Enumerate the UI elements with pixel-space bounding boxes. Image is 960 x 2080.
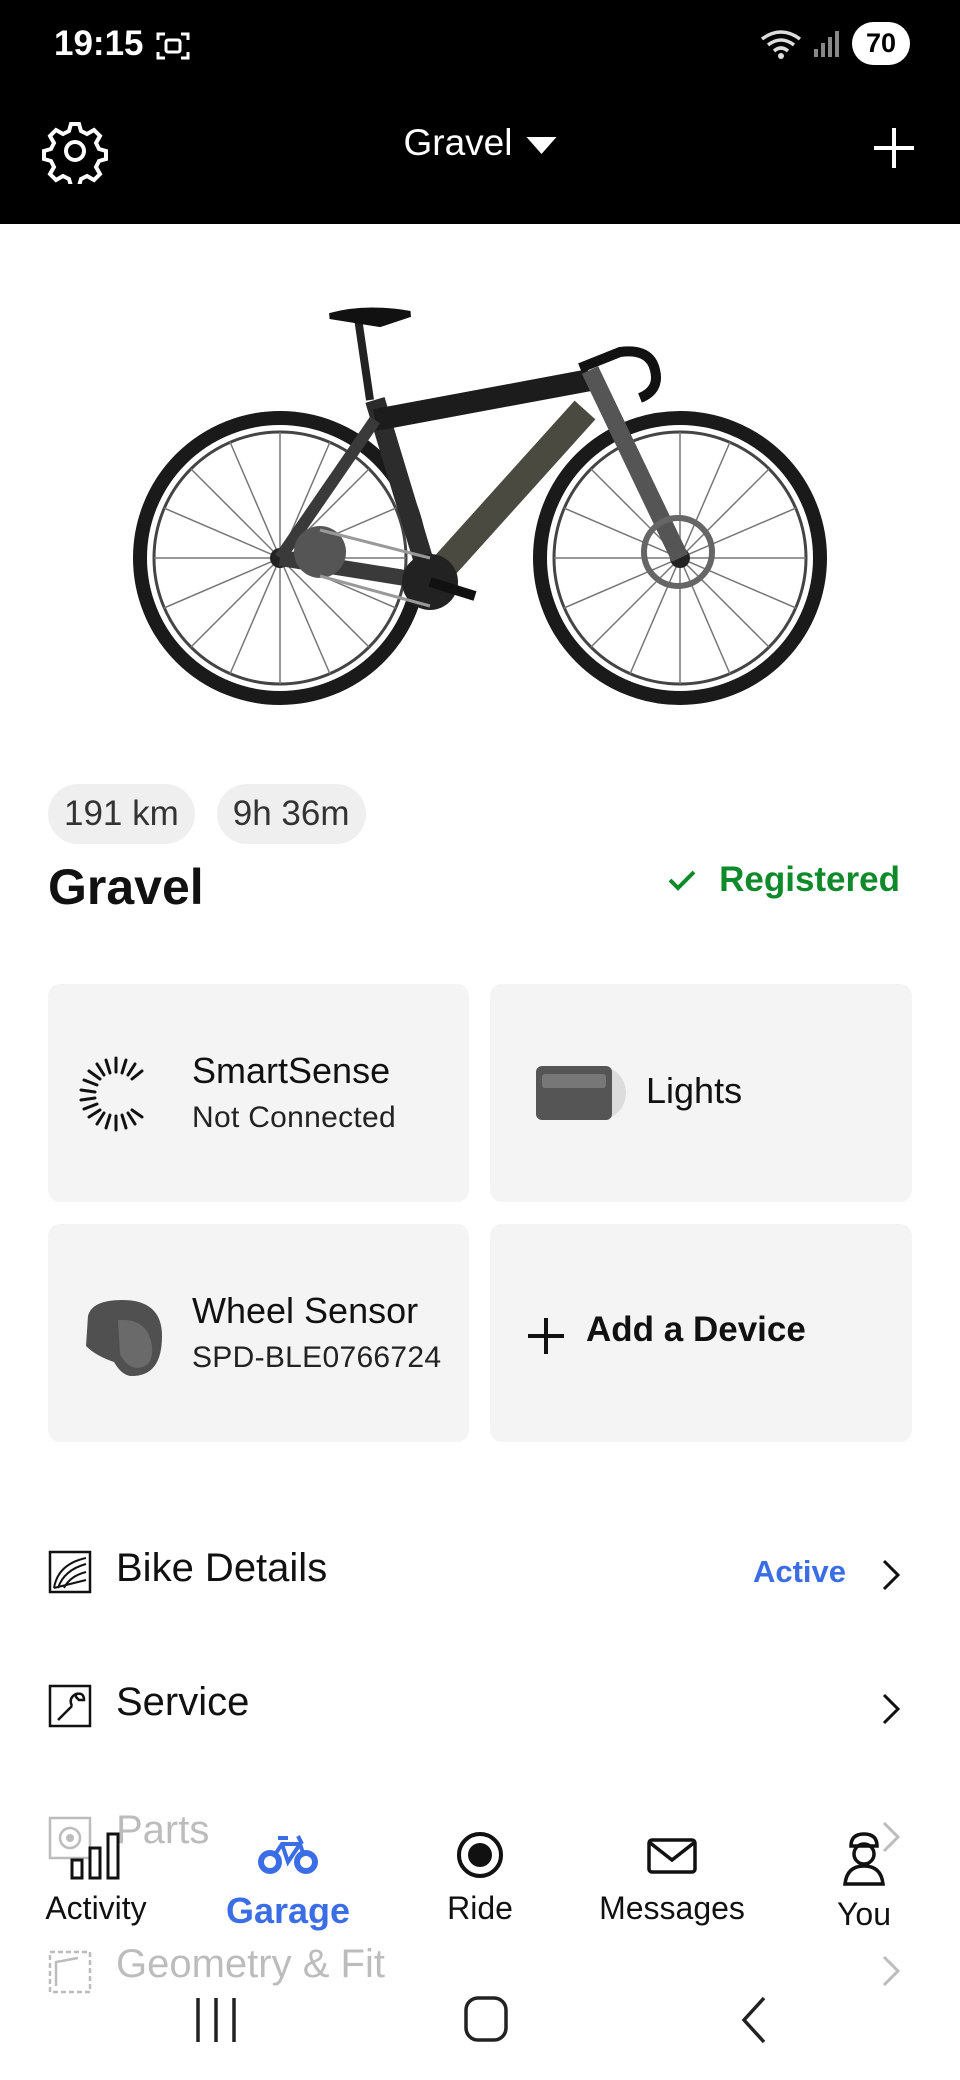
add-device-card[interactable]: Add a Device — [490, 1224, 912, 1442]
bike-name: Gravel — [48, 859, 204, 915]
checkmark-icon — [668, 870, 696, 891]
duration-pill: 9h 36m — [216, 784, 366, 844]
nav-you[interactable]: You — [768, 1820, 960, 1950]
app-header: 19:15 70 Gravel — [0, 0, 960, 224]
smartsense-icon — [79, 1056, 144, 1132]
nav-ride-label: Ride — [447, 1890, 513, 1926]
caret-down-icon — [526, 136, 557, 154]
back-icon[interactable] — [741, 1996, 766, 2044]
wheel-sensor-card[interactable]: Wheel Sensor SPD-BLE0766724 — [48, 1224, 469, 1442]
registration-label: Registered — [719, 860, 900, 899]
nav-you-label: You — [837, 1896, 891, 1932]
smartsense-card[interactable]: SmartSense Not Connected — [48, 984, 469, 1202]
service-label: Service — [116, 1680, 250, 1724]
registration-status[interactable]: Registered — [667, 860, 900, 900]
bike-icon — [258, 1835, 318, 1874]
light-device-icon — [536, 1066, 626, 1120]
nav-messages[interactable]: Messages — [576, 1820, 768, 1950]
signal-icon — [814, 30, 839, 57]
bottom-navigation: Activity Garage Ride Messages You — [0, 1820, 960, 1950]
recent-apps-icon[interactable] — [196, 1998, 236, 2042]
bike-details-status: Active — [752, 1554, 846, 1589]
geometry-icon — [48, 1950, 92, 1994]
chevron-right-icon — [882, 1955, 901, 1987]
distance-pill: 191 km — [48, 784, 195, 844]
nav-garage[interactable]: Garage — [192, 1820, 384, 1950]
wheel-sensor-id: SPD-BLE0766724 — [192, 1341, 442, 1374]
lights-card[interactable]: Lights — [490, 984, 912, 1202]
profile-icon — [843, 1832, 885, 1886]
wheel-sensor-icon — [86, 1300, 162, 1376]
smartsense-status: Not Connected — [192, 1101, 397, 1134]
bike-image — [133, 307, 827, 705]
bike-selector-dropdown[interactable]: Gravel — [404, 122, 557, 164]
chevron-right-icon — [882, 1693, 901, 1725]
nav-activity-label: Activity — [45, 1890, 147, 1926]
status-time: 19:15 — [54, 24, 144, 63]
menu-service[interactable]: Service — [0, 1650, 960, 1760]
screenshot-icon — [156, 32, 190, 60]
lights-name: Lights — [646, 1070, 743, 1111]
envelope-icon — [647, 1838, 697, 1874]
nav-garage-label: Garage — [225, 1890, 351, 1931]
ride-stats: 191 km 9h 36m — [48, 784, 366, 844]
bike-selector-label: Gravel — [403, 122, 513, 163]
chevron-right-icon — [882, 1559, 901, 1591]
add-icon[interactable] — [868, 122, 920, 174]
plus-icon — [528, 1318, 564, 1354]
battery-level: 70 — [852, 22, 910, 65]
add-device-label: Add a Device — [586, 1310, 806, 1349]
menu-bike-details[interactable]: Bike Details Active — [0, 1516, 960, 1626]
nav-messages-label: Messages — [599, 1890, 745, 1926]
bike-details-icon — [48, 1550, 92, 1594]
record-icon — [457, 1832, 503, 1878]
wifi-icon — [760, 29, 802, 59]
wrench-icon — [48, 1684, 92, 1728]
status-indicators: 70 — [760, 22, 910, 65]
smartsense-name: SmartSense — [192, 1050, 391, 1091]
settings-gear-icon[interactable] — [42, 118, 108, 184]
home-icon[interactable] — [464, 1996, 508, 2042]
nav-activity[interactable]: Activity — [0, 1820, 192, 1950]
wheel-sensor-name: Wheel Sensor — [192, 1290, 419, 1331]
nav-ride[interactable]: Ride — [384, 1820, 576, 1950]
system-navigation-bar — [196, 1996, 766, 2044]
bar-chart-icon — [70, 1832, 120, 1880]
bike-details-label: Bike Details — [116, 1546, 328, 1590]
